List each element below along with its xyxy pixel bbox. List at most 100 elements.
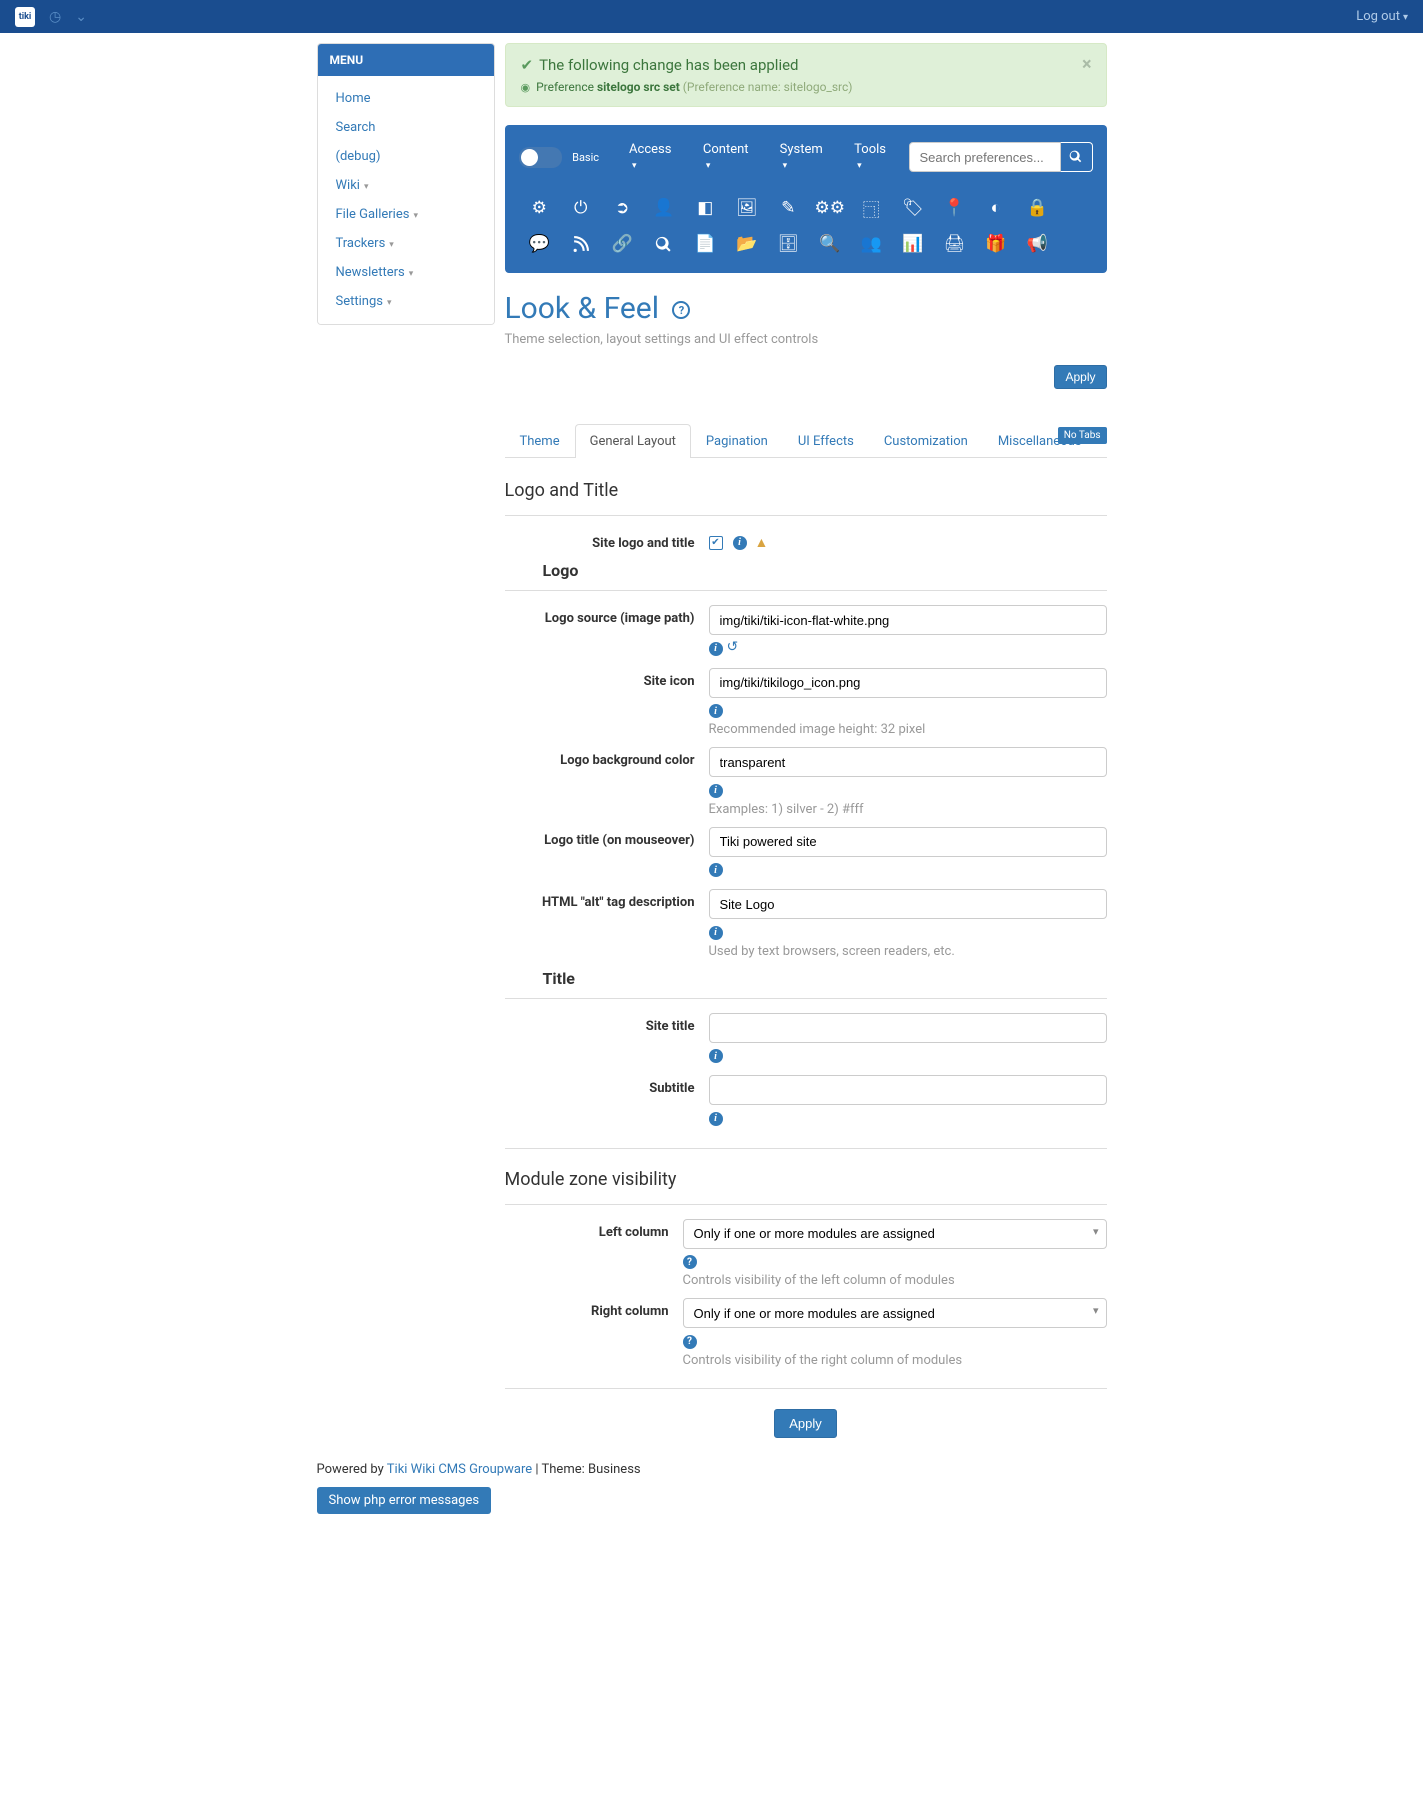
apply-button-bottom[interactable]: Apply	[774, 1409, 837, 1438]
rss-icon[interactable]	[560, 226, 602, 262]
dd-label: Access	[629, 142, 671, 157]
folder-icon[interactable]: 📂	[726, 226, 768, 262]
cube-icon[interactable]: ◧	[685, 190, 727, 226]
translate-icon[interactable]: ⿹	[851, 190, 893, 226]
input-alt[interactable]	[709, 889, 1107, 919]
pin-icon[interactable]: 📍	[934, 190, 976, 226]
menu-item-debug[interactable]: (debug)	[318, 142, 494, 171]
select-right-column[interactable]: Only if one or more modules are assigned	[683, 1298, 1107, 1328]
footer: Powered by Tiki Wiki CMS Groupware | The…	[317, 1456, 1107, 1483]
info-icon[interactable]: i	[709, 642, 723, 656]
label-site-icon: Site icon	[505, 668, 709, 689]
info-icon[interactable]: i	[709, 926, 723, 940]
help-icon[interactable]: ?	[672, 301, 690, 319]
dropdown-access[interactable]: Access ▾	[619, 136, 687, 178]
undo-icon[interactable]: ↺	[727, 639, 739, 655]
input-logo-source[interactable]	[709, 605, 1107, 635]
info-icon[interactable]: i	[709, 704, 723, 718]
info-icon[interactable]: i	[709, 863, 723, 877]
help-icon[interactable]: ?	[683, 1255, 697, 1269]
input-site-title[interactable]	[709, 1013, 1107, 1043]
info-icon[interactable]: i	[709, 784, 723, 798]
menu-label: (debug)	[336, 149, 381, 164]
tiki-logo[interactable]: tiki	[15, 7, 35, 27]
zoom-icon[interactable]: 🔍	[809, 226, 851, 262]
control-wrap: Only if one or more modules are assigned…	[683, 1219, 1107, 1289]
caret-icon: ▾	[1403, 12, 1408, 23]
control-wrap: i	[709, 1013, 1107, 1066]
tab-pagination[interactable]: Pagination	[691, 424, 783, 458]
warning-icon[interactable]: ▲	[755, 534, 769, 551]
info-icon[interactable]: i	[733, 536, 747, 550]
image-icon[interactable]: 🖼	[726, 190, 768, 226]
chart-icon[interactable]: 📊	[892, 226, 934, 262]
tab-theme[interactable]: Theme	[505, 424, 575, 458]
info-icon[interactable]: i	[709, 1112, 723, 1126]
dropdown-tools[interactable]: Tools ▾	[844, 136, 902, 178]
gift-icon[interactable]: 🎁	[975, 226, 1017, 262]
no-tabs-button[interactable]: No Tabs	[1058, 427, 1107, 444]
caret-icon: ▾	[706, 161, 711, 171]
search-button[interactable]	[1061, 142, 1093, 172]
dropdown-content[interactable]: Content ▾	[693, 136, 764, 178]
gears-icon[interactable]: ⚙⚙	[809, 190, 851, 226]
file-icon[interactable]: 📄	[685, 226, 727, 262]
input-bgcolor[interactable]	[709, 747, 1107, 777]
clock-icon[interactable]: ◷	[49, 9, 61, 25]
comment-icon[interactable]: 💬	[519, 226, 561, 262]
tag-icon[interactable]: 🏷	[892, 190, 934, 226]
control-wrap: i	[709, 1075, 1107, 1128]
php-errors-button[interactable]: Show php error messages	[317, 1487, 492, 1514]
login-icon[interactable]: ➲	[602, 190, 644, 226]
dashboard-icon[interactable]: ◐	[975, 190, 1017, 226]
menu-item-home[interactable]: Home	[318, 84, 494, 113]
info-icon[interactable]: i	[709, 1049, 723, 1063]
row-bgcolor: Logo background color i Examples: 1) sil…	[505, 747, 1107, 817]
menu-item-newsletters[interactable]: Newsletters▾	[318, 258, 494, 287]
users-icon[interactable]: 👥	[851, 226, 893, 262]
megaphone-icon[interactable]: 📢	[1017, 226, 1059, 262]
print-icon[interactable]: 🖨	[934, 226, 976, 262]
tab-ui-effects[interactable]: UI Effects	[783, 424, 869, 458]
check-icon: ✔	[521, 56, 534, 74]
menu-item-filegalleries[interactable]: File Galleries▾	[318, 200, 494, 229]
menu-item-trackers[interactable]: Trackers▾	[318, 229, 494, 258]
dd-label: Tools	[854, 142, 886, 157]
edit-icon[interactable]: ✎	[768, 190, 810, 226]
select-left-column[interactable]: Only if one or more modules are assigned	[683, 1219, 1107, 1249]
tab-general-layout[interactable]: General Layout	[575, 424, 691, 458]
caret-icon: ▾	[632, 161, 637, 171]
menu-item-settings[interactable]: Settings▾	[318, 287, 494, 316]
chevron-down-icon[interactable]: ⌄	[75, 9, 87, 25]
input-logo-title[interactable]	[709, 827, 1107, 857]
title-subheading: Title	[543, 969, 1107, 988]
user-icon[interactable]: 👤	[643, 190, 685, 226]
checkbox-site-logo[interactable]: ✔	[709, 536, 723, 550]
input-site-icon[interactable]	[709, 668, 1107, 698]
control-wrap: i Recommended image height: 32 pixel	[709, 668, 1107, 738]
caret-icon: ▾	[783, 161, 788, 171]
hint-right: Controls visibility of the right column …	[683, 1353, 1107, 1368]
search-icon[interactable]	[643, 226, 685, 262]
alert-title-text: The following change has been applied	[539, 56, 798, 74]
basic-toggle[interactable]	[519, 147, 563, 168]
tiki-link[interactable]: Tiki Wiki CMS Groupware	[387, 1462, 532, 1477]
alert-close-icon[interactable]: ×	[1082, 54, 1092, 75]
toggle-label: Basic	[572, 151, 599, 164]
input-subtitle[interactable]	[709, 1075, 1107, 1105]
lock-icon[interactable]: 🔒	[1017, 190, 1059, 226]
power-icon[interactable]: ⏻	[560, 190, 602, 226]
adminbar-row1: Basic Access ▾ Content ▾ System ▾ Tools …	[519, 136, 1093, 178]
help-icon[interactable]: ?	[683, 1335, 697, 1349]
link-icon[interactable]: 🔗	[602, 226, 644, 262]
logout-link[interactable]: Log out▾	[1356, 9, 1408, 24]
menu-item-wiki[interactable]: Wiki▾	[318, 171, 494, 200]
apply-button-top[interactable]: Apply	[1054, 365, 1106, 389]
search-input[interactable]	[909, 142, 1061, 172]
control-wrap: ✔ i ▲	[709, 530, 1107, 551]
menu-item-search[interactable]: Search	[318, 113, 494, 142]
database-icon[interactable]: 🗄	[768, 226, 810, 262]
tab-customization[interactable]: Customization	[869, 424, 983, 458]
gear-icon[interactable]: ⚙	[519, 190, 561, 226]
dropdown-system[interactable]: System ▾	[770, 136, 839, 178]
